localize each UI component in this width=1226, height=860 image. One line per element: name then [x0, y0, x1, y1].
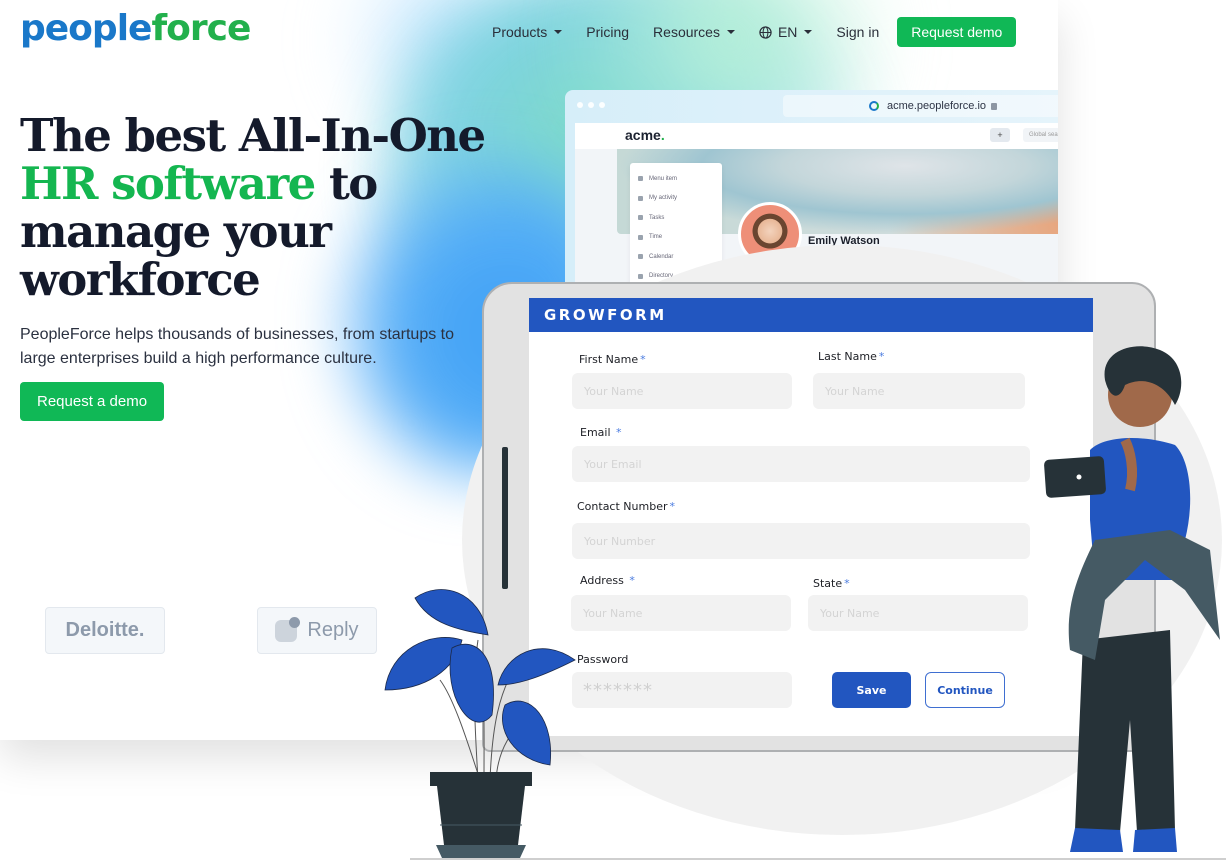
- app-topbar: acme. + Global search: [575, 123, 1058, 149]
- person-illustration: [1044, 346, 1220, 852]
- window-controls: [577, 102, 605, 108]
- menu-item: Calendar: [638, 247, 714, 267]
- menu-item: Menu item: [638, 169, 714, 189]
- menu-item: Tasks: [638, 208, 714, 228]
- reply-logo-icon: [275, 616, 301, 642]
- email-label: Email *: [580, 426, 622, 439]
- main-nav: Products Pricing Resources EN Sign in Re…: [480, 17, 1017, 47]
- address-label: Address *: [580, 574, 635, 587]
- client-logo-deloitte: Deloitte.: [45, 607, 165, 654]
- state-label: State *: [813, 577, 850, 590]
- lock-icon: [991, 102, 998, 110]
- menu-item: My activity: [638, 189, 714, 209]
- tablet-side-button: [502, 447, 508, 589]
- contact-number-input[interactable]: [572, 523, 1030, 559]
- company-logo: acme.: [625, 127, 665, 143]
- potted-plant-illustration: [384, 589, 576, 858]
- hero-title: The best All-In-One HR software to manag…: [20, 109, 486, 306]
- save-button[interactable]: Save: [832, 672, 911, 708]
- email-input[interactable]: [572, 446, 1030, 482]
- chevron-down-icon: [554, 30, 563, 34]
- nav-resources[interactable]: Resources: [653, 24, 735, 40]
- nav-products[interactable]: Products: [492, 24, 563, 40]
- globe-icon: [759, 25, 772, 39]
- address-bar: acme.peopleforce.io: [783, 95, 1058, 117]
- language-selector[interactable]: EN: [759, 24, 813, 40]
- stage: peopleforce Products Pricing Resources E…: [0, 0, 1226, 860]
- last-name-input[interactable]: [813, 373, 1025, 409]
- chevron-down-icon: [804, 30, 813, 34]
- contact-number-label: Contact Number *: [577, 500, 675, 513]
- state-input[interactable]: [808, 595, 1028, 631]
- continue-button[interactable]: Continue: [925, 672, 1005, 708]
- password-input[interactable]: *******: [572, 672, 792, 708]
- form-title: GROWFORM: [529, 298, 1093, 332]
- pot-saucer: [436, 845, 526, 858]
- menu-item: Time: [638, 228, 714, 248]
- add-button: +: [990, 128, 1010, 142]
- growform-screen: GROWFORM First Name* Last Name* Email * …: [529, 298, 1093, 736]
- nav-pricing[interactable]: Pricing: [586, 24, 629, 40]
- request-demo-button[interactable]: Request demo: [897, 17, 1017, 47]
- pot-body: [437, 786, 525, 845]
- last-name-label: Last Name *: [818, 350, 885, 363]
- peopleforce-logo[interactable]: peopleforce: [20, 8, 251, 49]
- password-label: Password: [577, 653, 629, 666]
- chevron-down-icon: [726, 30, 735, 34]
- request-a-demo-button[interactable]: Request a demo: [20, 382, 165, 421]
- hero-subtitle: PeopleForce helps thousands of businesse…: [20, 326, 455, 367]
- first-name-input[interactable]: [572, 373, 792, 409]
- global-search: Global search: [1023, 128, 1058, 142]
- site-favicon-icon: [868, 101, 879, 111]
- client-logo-reply: Reply: [257, 607, 377, 654]
- address-input[interactable]: [571, 595, 791, 631]
- sign-in-link[interactable]: Sign in: [836, 24, 879, 40]
- pot-rim: [430, 772, 532, 786]
- first-name-label: First Name *: [579, 353, 646, 366]
